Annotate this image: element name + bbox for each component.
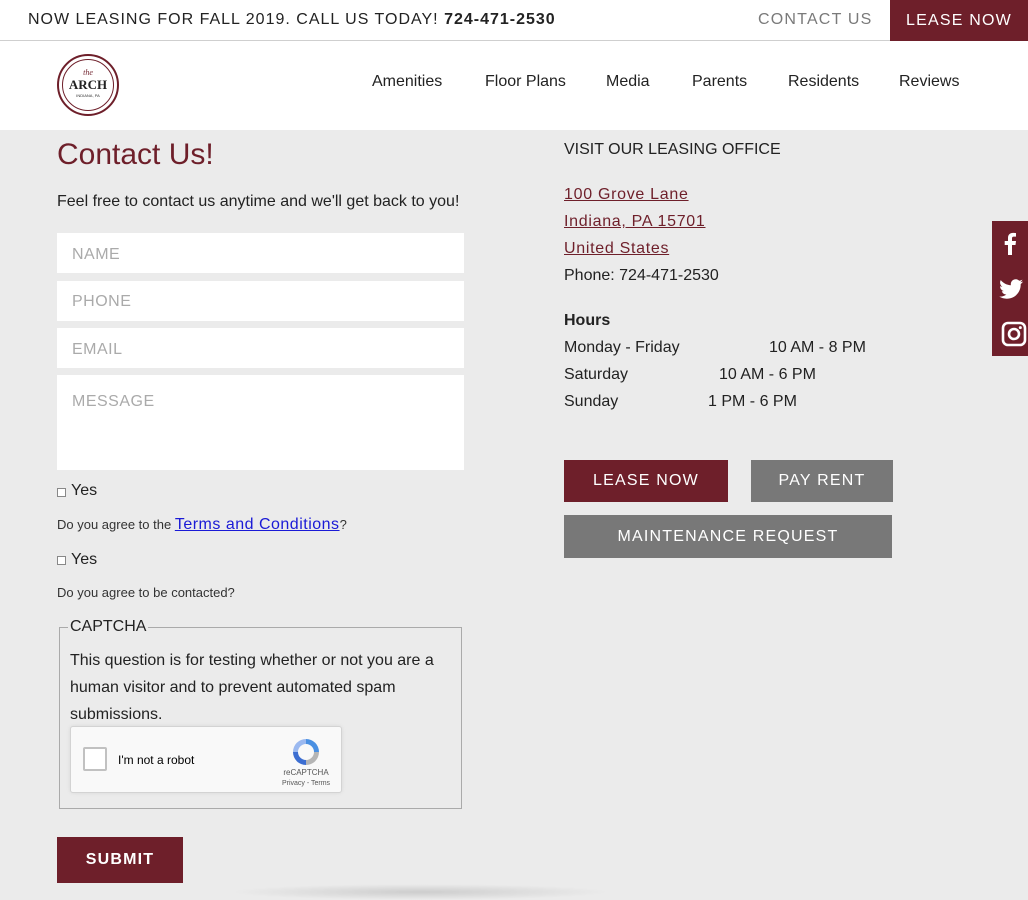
instagram-icon [1001,321,1027,347]
terms-suffix: ? [339,517,347,532]
office-phone: Phone: 724-471-2530 [564,267,719,284]
terms-prefix: Do you agree to the [57,517,175,532]
hours-day: Monday - Friday [564,339,680,356]
contact-us-link[interactable]: CONTACT US [758,11,873,29]
terms-checkbox[interactable] [57,488,66,497]
address-line-3[interactable]: United States [564,240,669,258]
facebook-button[interactable] [992,221,1028,266]
main-navbar: the ARCH INDIANA, PA Amenities Floor Pla… [0,41,1028,130]
captcha-description: This question is for testing whether or … [70,652,434,723]
leasing-promo: NOW LEASING FOR FALL 2019. CALL US TODAY… [28,11,556,29]
instagram-button[interactable] [992,311,1028,356]
nav-item-reviews[interactable]: Reviews [899,73,959,91]
twitter-icon [999,279,1023,299]
logo-name: ARCH [68,77,108,92]
logo-the: the [83,68,93,77]
hours-day: Sunday [564,393,619,410]
recaptcha-icon [293,739,319,765]
terms-question: Do you agree to the Terms and Conditions… [57,516,347,534]
nav-item-media[interactable]: Media [606,73,650,91]
maintenance-request-button[interactable]: MAINTENANCE REQUEST [564,515,892,558]
twitter-button[interactable] [992,266,1028,311]
pay-rent-button[interactable]: PAY RENT [751,460,893,502]
hours-time: 10 AM - 8 PM [769,339,866,356]
form-intro: Feel free to contact us anytime and we'l… [57,193,460,210]
logo-location: INDIANA, PA [76,93,100,98]
recaptcha-widget: I'm not a robot reCAPTCHA Privacy - Term… [70,726,342,793]
captcha-legend: CAPTCHA [68,618,149,636]
phone-field[interactable]: PHONE [57,281,464,321]
submit-button[interactable]: SUBMIT [57,837,183,883]
address-line-1[interactable]: 100 Grove Lane [564,186,689,204]
hours-time: 1 PM - 6 PM [708,393,797,410]
lease-now-button[interactable]: LEASE NOW [564,460,728,502]
nav-item-residents[interactable]: Residents [788,73,859,91]
name-field[interactable]: NAME [57,233,464,273]
top-bar: NOW LEASING FOR FALL 2019. CALL US TODAY… [0,0,1028,41]
nav-item-amenities[interactable]: Amenities [372,73,442,91]
page-title: Contact Us! [57,138,214,171]
hours-title: Hours [564,312,611,329]
contact-consent-label: Yes [71,551,98,568]
nav-item-parents[interactable]: Parents [692,73,747,91]
contact-consent-checkbox[interactable] [57,556,66,565]
recaptcha-brand: reCAPTCHA [283,768,329,777]
bottom-shadow [230,884,610,900]
leasing-office-title: VISIT OUR LEASING OFFICE [564,141,781,158]
address-line-2[interactable]: Indiana, PA 15701 [564,213,706,231]
hours-day: Saturday [564,366,629,383]
promo-text: NOW LEASING FOR FALL 2019. CALL US TODAY… [28,11,439,28]
terms-checkbox-label: Yes [71,482,98,499]
contact-consent-question: Do you agree to be contacted? [57,585,235,600]
promo-phone[interactable]: 724-471-2530 [444,11,556,28]
recaptcha-privacy-links[interactable]: Privacy - Terms [271,780,341,787]
recaptcha-checkbox[interactable] [83,747,107,771]
facebook-icon [1004,232,1016,255]
recaptcha-label: I'm not a robot [118,753,195,767]
hours-time: 10 AM - 6 PM [719,366,816,383]
terms-link[interactable]: Terms and Conditions [175,516,340,533]
email-field[interactable]: EMAIL [57,328,464,368]
site-logo[interactable]: the ARCH INDIANA, PA [57,54,119,116]
message-field[interactable]: MESSAGE [57,375,464,470]
lease-now-top-button[interactable]: LEASE NOW [890,0,1028,41]
nav-item-floor-plans[interactable]: Floor Plans [485,73,566,91]
